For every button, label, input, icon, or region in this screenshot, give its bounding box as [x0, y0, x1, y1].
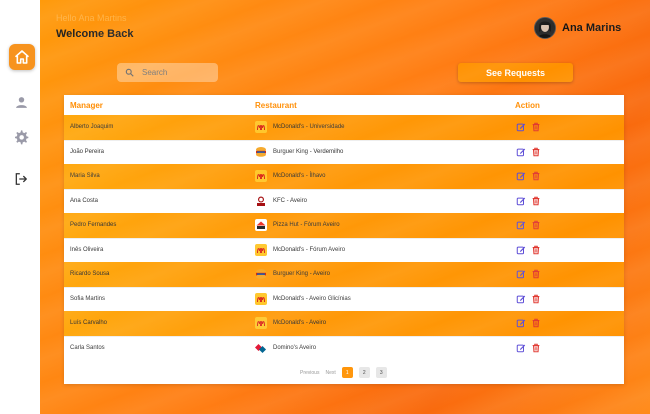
- manager-name: Inês Oliveira: [70, 247, 104, 254]
- see-requests-button[interactable]: See Requests: [458, 63, 573, 82]
- greeting-hello: Hello Ana Martins: [56, 13, 127, 23]
- delete-icon[interactable]: [531, 269, 541, 279]
- delete-icon[interactable]: [531, 147, 541, 157]
- delete-icon[interactable]: [531, 318, 541, 328]
- delete-icon[interactable]: [531, 220, 541, 230]
- restaurant-name: Domino's Aveiro: [273, 345, 317, 352]
- delete-icon[interactable]: [531, 196, 541, 206]
- table-row: Luís Carvalho McDonald's - Aveiro: [64, 311, 624, 336]
- manager-name: Carla Santos: [70, 345, 105, 352]
- gear-icon[interactable]: [9, 125, 33, 149]
- edit-icon[interactable]: [516, 122, 526, 132]
- manager-name: Alberto Joaquim: [70, 124, 114, 131]
- restaurant-name: McDonald's - Aveiro Glicínias: [273, 296, 351, 303]
- table-row: Carla Santos Domino's Aveiro: [64, 335, 624, 360]
- user-icon[interactable]: [9, 90, 33, 114]
- pizzahut-logo-icon: [255, 219, 267, 232]
- delete-icon[interactable]: [531, 245, 541, 255]
- edit-icon[interactable]: [516, 220, 526, 230]
- search-box[interactable]: [117, 63, 218, 82]
- main-content: Hello Ana Martins Welcome Back Ana Marin…: [40, 0, 650, 414]
- table-row: Pedro Fernandes Pizza Hut - Fórum Aveiro: [64, 213, 624, 238]
- burgerking-logo-icon: [255, 268, 267, 280]
- sidebar: [0, 0, 40, 414]
- restaurant-name: McDonald's - Fórum Aveiro: [273, 247, 346, 254]
- restaurant-name: McDonald's - Aveiro: [273, 320, 327, 327]
- table-row: Ana Costa KFC - Aveiro: [64, 188, 624, 213]
- kfc-logo-icon: [255, 195, 267, 208]
- manager-name: Luís Carvalho: [70, 320, 108, 327]
- mcdonalds-logo-icon: [255, 293, 267, 306]
- page-title: Welcome Back: [56, 28, 134, 40]
- avatar[interactable]: [534, 17, 556, 39]
- search-icon: [125, 64, 134, 82]
- next-page-link[interactable]: Next: [325, 370, 335, 376]
- page-button-2[interactable]: 2: [358, 367, 370, 378]
- logout-icon[interactable]: [9, 167, 33, 191]
- manager-name: Ricardo Sousa: [70, 271, 110, 278]
- mcdonalds-logo-icon: [255, 317, 267, 330]
- restaurant-name: McDonald's - Ílhavo: [273, 173, 326, 180]
- edit-icon[interactable]: [516, 343, 526, 353]
- pagination: Previous Next 1 2 3: [300, 367, 387, 378]
- page-button-3[interactable]: 3: [375, 367, 387, 378]
- edit-icon[interactable]: [516, 196, 526, 206]
- edit-icon[interactable]: [516, 245, 526, 255]
- table-row: João Pereira Burguer King - Verdemilho: [64, 139, 624, 164]
- table-row: Maria Silva McDonald's - Ílhavo: [64, 164, 624, 189]
- edit-icon[interactable]: [516, 171, 526, 181]
- edit-icon[interactable]: [516, 147, 526, 157]
- edit-icon[interactable]: [516, 269, 526, 279]
- profile-name: Ana Marins: [562, 22, 622, 34]
- manager-name: Maria Silva: [70, 173, 100, 180]
- burgerking-logo-icon: [255, 146, 267, 158]
- delete-icon[interactable]: [531, 343, 541, 353]
- column-header-action: Action: [515, 101, 540, 110]
- delete-icon[interactable]: [531, 122, 541, 132]
- manager-name: João Pereira: [70, 149, 105, 156]
- managers-table: Manager Restaurant Action Alberto Joaqui…: [64, 95, 624, 384]
- dominos-logo-icon: [255, 342, 267, 354]
- column-header-manager: Manager: [70, 101, 103, 110]
- mcdonalds-logo-icon: [255, 244, 267, 257]
- table-row: Inês Oliveira McDonald's - Fórum Aveiro: [64, 237, 624, 262]
- restaurant-name: Burguer King - Aveiro: [273, 271, 330, 278]
- restaurant-name: McDonald's - Universidade: [273, 124, 345, 131]
- mcdonalds-logo-icon: [255, 121, 267, 134]
- restaurant-name: KFC - Aveiro: [273, 198, 307, 205]
- table-row: Sofia Martins McDonald's - Aveiro Glicíni…: [64, 286, 624, 311]
- delete-icon[interactable]: [531, 171, 541, 181]
- restaurant-name: Burguer King - Verdemilho: [273, 149, 344, 156]
- search-input[interactable]: [142, 68, 206, 77]
- table-row: Alberto Joaquim McDonald's - Universidade: [64, 115, 624, 140]
- table-body: Alberto Joaquim McDonald's - Universidade…: [64, 115, 624, 360]
- manager-name: Pedro Fernandes: [70, 222, 117, 229]
- column-header-restaurant: Restaurant: [255, 101, 297, 110]
- home-icon[interactable]: [9, 44, 35, 70]
- edit-icon[interactable]: [516, 294, 526, 304]
- mcdonalds-logo-icon: [255, 170, 267, 183]
- delete-icon[interactable]: [531, 294, 541, 304]
- user-profile[interactable]: Ana Marins: [534, 17, 621, 39]
- restaurant-name: Pizza Hut - Fórum Aveiro: [273, 222, 340, 229]
- manager-name: Ana Costa: [70, 198, 99, 205]
- edit-icon[interactable]: [516, 318, 526, 328]
- table-header: Manager Restaurant Action: [64, 95, 624, 115]
- page-button-1[interactable]: 1: [341, 367, 353, 378]
- manager-name: Sofia Martins: [70, 296, 106, 303]
- table-row: Ricardo Sousa Burguer King - Aveiro: [64, 262, 624, 287]
- previous-page-link[interactable]: Previous: [300, 370, 319, 376]
